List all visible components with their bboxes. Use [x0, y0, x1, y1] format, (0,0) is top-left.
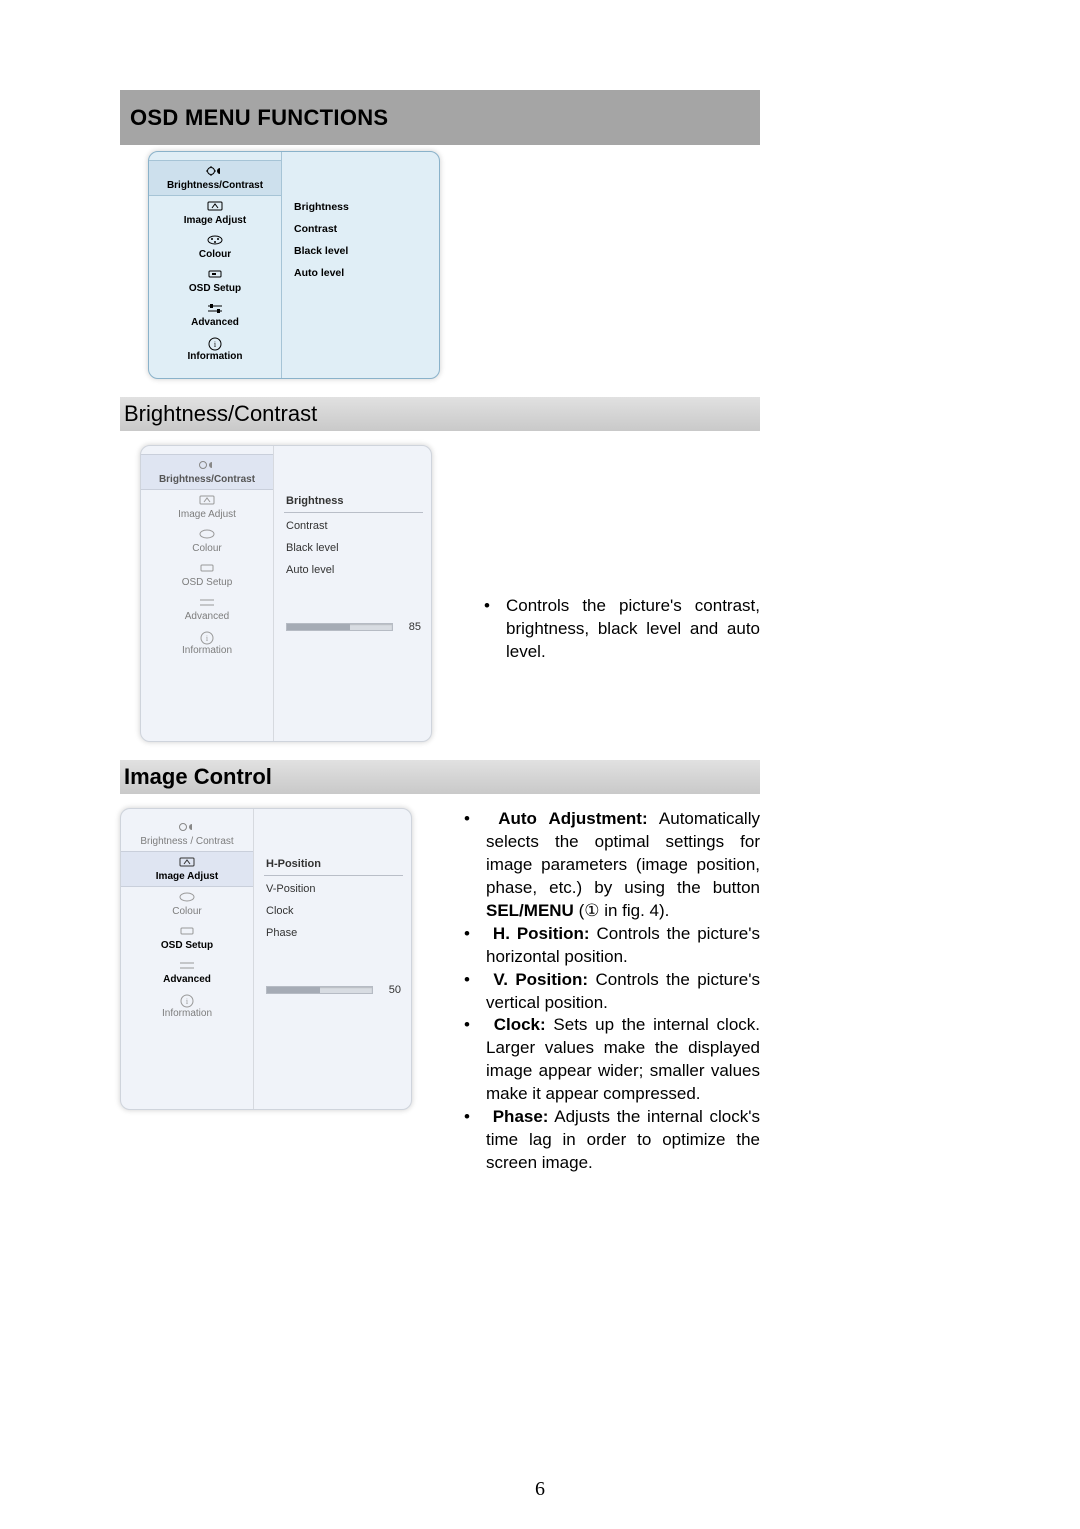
nav-label: Image Adjust — [178, 509, 236, 520]
image-control-description: • Auto Adjustment: Automatically selects… — [450, 808, 760, 1175]
osd-setup-icon — [205, 269, 225, 281]
nav-label: Advanced — [185, 611, 229, 622]
brightness-value: 85 — [399, 621, 421, 633]
nav-item-brightness-contrast[interactable]: Brightness/Contrast — [141, 454, 273, 490]
nav-label: Information — [162, 1008, 212, 1019]
option-brightness[interactable]: Brightness — [284, 490, 423, 513]
information-icon: i — [205, 337, 225, 349]
nav-label: Colour — [192, 543, 221, 554]
brightness-contrast-description: •Controls the picture's contrast, bright… — [470, 595, 760, 664]
nav-item-osd-setup[interactable]: OSD Setup — [121, 921, 253, 955]
osd-screenshot-overview: Brightness/Contrast Image Adjust Colour — [148, 151, 440, 379]
page-header: OSD MENU FUNCTIONS — [120, 90, 760, 145]
nav-label: Information — [182, 645, 232, 656]
option-phase[interactable]: Phase — [264, 922, 403, 944]
svg-text:i: i — [206, 634, 209, 643]
nav-label: Brightness / Contrast — [140, 836, 233, 847]
nav-label: Image Adjust — [184, 215, 246, 226]
hposition-value: 50 — [379, 984, 401, 996]
nav-item-image-adjust[interactable]: Image Adjust — [141, 490, 273, 524]
nav-item-osd-setup[interactable]: OSD Setup — [149, 264, 281, 298]
nav-label: Image Adjust — [156, 871, 218, 882]
nav-item-advanced[interactable]: Advanced — [121, 955, 253, 989]
brightness-contrast-icon — [177, 822, 197, 834]
nav-label: OSD Setup — [189, 283, 241, 294]
nav-label: Brightness/Contrast — [167, 180, 263, 191]
option-contrast[interactable]: Contrast — [284, 515, 423, 537]
nav-item-advanced[interactable]: Advanced — [141, 592, 273, 626]
nav-item-colour[interactable]: Colour — [121, 887, 253, 921]
advanced-icon — [205, 303, 225, 315]
osd-screenshot-image-control: Brightness / Contrast Image Adjust Colou… — [120, 808, 412, 1110]
option-v-position[interactable]: V-Position — [264, 878, 403, 900]
nav-item-information[interactable]: i Information — [149, 332, 281, 366]
nav-label: Colour — [199, 249, 231, 260]
nav-label: Brightness/Contrast — [159, 474, 255, 485]
option-auto-level[interactable]: Auto level — [292, 262, 431, 284]
nav-label: Advanced — [191, 317, 239, 328]
option-auto-level[interactable]: Auto level — [284, 559, 423, 581]
colour-icon — [177, 892, 197, 904]
image-adjust-icon — [197, 495, 217, 507]
brightness-contrast-icon — [205, 166, 225, 178]
option-brightness[interactable]: Brightness — [292, 196, 431, 218]
colour-icon — [197, 529, 217, 541]
colour-icon — [205, 235, 225, 247]
nav-item-information[interactable]: i Information — [141, 626, 273, 660]
nav-item-colour[interactable]: Colour — [149, 230, 281, 264]
brightness-slider[interactable]: 85 — [284, 621, 423, 633]
svg-text:i: i — [214, 340, 217, 349]
option-black-level[interactable]: Black level — [292, 240, 431, 262]
nav-item-advanced[interactable]: Advanced — [149, 298, 281, 332]
nav-item-image-adjust[interactable]: Image Adjust — [121, 851, 253, 887]
nav-label: Advanced — [163, 974, 211, 985]
nav-item-image-adjust[interactable]: Image Adjust — [149, 196, 281, 230]
osd-setup-icon — [197, 563, 217, 575]
hposition-slider[interactable]: 50 — [264, 984, 403, 996]
advanced-icon — [177, 960, 197, 972]
page-title: OSD MENU FUNCTIONS — [130, 105, 388, 131]
information-icon: i — [177, 994, 197, 1006]
nav-item-colour[interactable]: Colour — [141, 524, 273, 558]
svg-text:i: i — [186, 997, 189, 1006]
nav-item-brightness-contrast[interactable]: Brightness/Contrast — [149, 160, 281, 196]
advanced-icon — [197, 597, 217, 609]
option-black-level[interactable]: Black level — [284, 537, 423, 559]
nav-label: OSD Setup — [182, 577, 233, 588]
nav-item-osd-setup[interactable]: OSD Setup — [141, 558, 273, 592]
nav-item-information[interactable]: i Information — [121, 989, 253, 1023]
option-contrast[interactable]: Contrast — [292, 218, 431, 240]
section-heading-brightness-contrast: Brightness/Contrast — [120, 397, 760, 431]
page-number: 6 — [0, 1478, 1080, 1501]
nav-label: OSD Setup — [161, 940, 213, 951]
section-heading-image-control: Image Control — [120, 760, 760, 794]
nav-label: Colour — [172, 906, 201, 917]
brightness-contrast-icon — [197, 460, 217, 472]
option-clock[interactable]: Clock — [264, 900, 403, 922]
image-adjust-icon — [177, 857, 197, 869]
nav-item-brightness-contrast[interactable]: Brightness / Contrast — [121, 817, 253, 851]
osd-setup-icon — [177, 926, 197, 938]
nav-label: Information — [188, 351, 243, 362]
osd-screenshot-brightness-contrast: Brightness/Contrast Image Adjust Colour — [140, 445, 432, 742]
option-h-position[interactable]: H-Position — [264, 853, 403, 876]
information-icon: i — [197, 631, 217, 643]
image-adjust-icon — [205, 201, 225, 213]
